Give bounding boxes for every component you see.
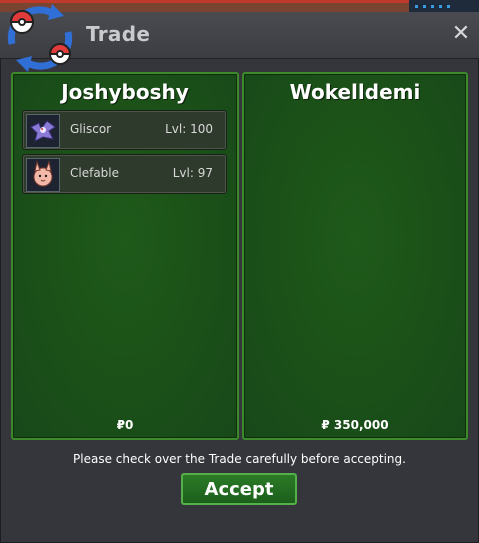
- trade-logo-icon: [7, 4, 73, 72]
- window-title: Trade: [86, 22, 151, 46]
- right-money-offer: ₽ 350,000: [321, 418, 389, 432]
- item-name: Clefable: [70, 166, 120, 180]
- accept-button[interactable]: Accept: [181, 473, 297, 505]
- clefable-sprite-icon: [26, 158, 60, 192]
- trade-item-slot[interactable]: Clefable Lvl: 97: [22, 154, 227, 194]
- item-level: Lvl: 100: [165, 122, 213, 136]
- right-player-name: Wokelldemi: [289, 80, 421, 104]
- left-money-offer: ₽0: [116, 418, 134, 432]
- item-name: Gliscor: [70, 122, 112, 136]
- trade-panel-left: Joshyboshy Gliscor Lvl: 100 Clefable Lvl…: [11, 72, 239, 440]
- trade-item-slot[interactable]: Gliscor Lvl: 100: [22, 110, 227, 150]
- background-tiles: [409, 0, 479, 12]
- trade-panel-right: Wokelldemi ₽ 350,000: [242, 72, 468, 440]
- trade-window: Trade ✕ Joshyboshy Gliscor Lvl: 100 Clef…: [0, 4, 479, 543]
- close-icon[interactable]: ✕: [451, 23, 471, 45]
- title-bar[interactable]: Trade ✕: [0, 4, 479, 72]
- item-level: Lvl: 97: [172, 166, 213, 180]
- trade-notice: Please check over the Trade carefully be…: [73, 452, 406, 466]
- left-player-name: Joshyboshy: [61, 80, 189, 104]
- gliscor-sprite-icon: [26, 114, 60, 148]
